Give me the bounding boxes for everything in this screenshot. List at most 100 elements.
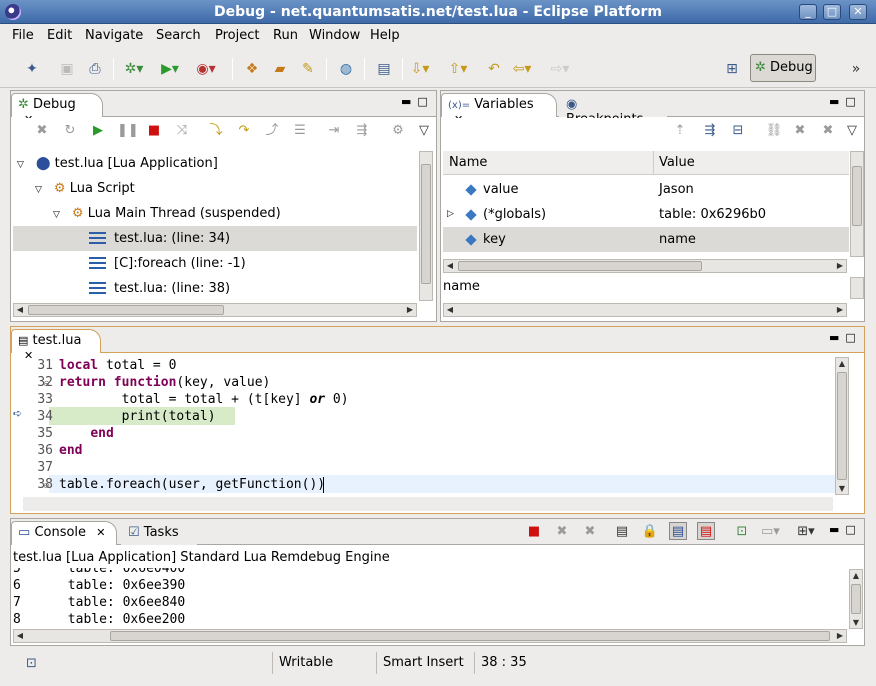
resume-icon[interactable]: ▶ — [89, 122, 107, 140]
last-edit-icon[interactable]: ↶ — [484, 59, 504, 79]
tab-test-lua[interactable]: ▤ test.lua ✕ — [11, 329, 101, 362]
terminate-icon[interactable]: ■ — [145, 122, 163, 140]
tree-item[interactable]: test.lua: (line: 38) — [13, 276, 417, 301]
console-horizontal-scrollbar[interactable]: ◀ ▶ — [13, 629, 847, 643]
disconnect-icon[interactable]: ⤨ — [173, 122, 191, 140]
tree-item-selected[interactable]: test.lua: (line: 34) — [13, 226, 417, 251]
window-title-bar[interactable]: Debug - net.quantumsatis.net/test.lua - … — [0, 0, 876, 24]
new-wizard-icon[interactable]: ✦ — [22, 59, 42, 79]
expand-icon[interactable]: ▷ — [447, 202, 454, 227]
menu-window[interactable]: Window — [309, 28, 360, 43]
relaunch-icon[interactable]: ↻ — [61, 122, 79, 140]
column-header-name[interactable]: Name — [449, 155, 487, 170]
tab-debug[interactable]: ✲ Debug ✕ — [11, 93, 103, 126]
forward-icon[interactable]: ⇨▾ — [550, 59, 570, 79]
menu-project[interactable]: Project — [215, 28, 259, 43]
table-row[interactable]: ▷ (*globals) table: 0x6296b0 — [443, 202, 849, 227]
fast-view-icon[interactable]: ⊡ — [26, 656, 37, 671]
view-minmax-icons[interactable]: ▬□ — [401, 95, 434, 108]
tree-item[interactable]: ▽ ⚙ Lua Script — [13, 176, 417, 201]
variables-horizontal-scrollbar[interactable]: ◀ ▶ — [443, 259, 847, 273]
show-logical-structure-icon[interactable]: ⇶ — [701, 122, 719, 140]
toggle-mark-icon[interactable]: ▤ — [374, 59, 394, 79]
open-perspective-icon[interactable]: ⊞ — [722, 59, 742, 79]
suspend-icon[interactable]: ❚❚ — [117, 122, 139, 140]
tree-item[interactable]: [C]:foreach (line: -1) — [13, 251, 417, 276]
open-resource-icon[interactable]: ▰ — [270, 59, 290, 79]
more-perspectives-icon[interactable]: » — [846, 59, 866, 79]
link-icon[interactable]: ⛓ — [765, 122, 783, 140]
step-over-icon[interactable]: ↷ — [235, 122, 253, 140]
step-return-icon[interactable]: ⤴ — [263, 122, 281, 140]
detail-horizontal-scrollbar[interactable]: ◀ ▶ — [443, 303, 847, 317]
variables-vertical-scrollbar[interactable] — [850, 151, 864, 257]
menu-help[interactable]: Help — [370, 28, 400, 43]
tree-item[interactable]: ▽ ⚙ Lua Main Thread (suspended) — [13, 201, 417, 226]
fold-collapse-icon[interactable]: ⊖ — [43, 379, 50, 388]
fold-collapse-icon[interactable]: ⊖ — [43, 481, 50, 490]
editor-vertical-scrollbar[interactable]: ▲ ▼ — [835, 357, 849, 495]
menu-navigate[interactable]: Navigate — [85, 28, 143, 43]
debug-run-icon[interactable]: ✲▾ — [124, 59, 144, 79]
remove-terminated-icon[interactable]: ✖ — [33, 122, 51, 140]
column-header-value[interactable]: Value — [659, 155, 695, 170]
console-minmax-icons[interactable]: ▬□ — [829, 523, 862, 536]
search-tool-icon[interactable]: ✎ — [298, 59, 318, 79]
variable-detail-pane[interactable]: name — [443, 277, 847, 299]
view-menu-icon[interactable]: ▽ — [843, 122, 861, 140]
collapse-all-icon[interactable]: ⊟ — [729, 122, 747, 140]
step-filters-icon[interactable]: ⇶ — [353, 122, 371, 140]
code-line[interactable]: end — [59, 425, 113, 442]
clear-console-icon[interactable]: ▤ — [613, 523, 631, 541]
close-icon[interactable]: ✕ — [96, 526, 105, 539]
debug-perspective-button[interactable]: ✲ Debug — [750, 54, 816, 82]
back-icon[interactable]: ⇦▾ — [512, 59, 532, 79]
tree-item[interactable]: ▽ ⬤ test.lua [Lua Application] — [13, 151, 417, 176]
code-line[interactable]: return function(key, value) — [59, 374, 270, 391]
debug-horizontal-scrollbar[interactable]: ◀ ▶ — [13, 303, 417, 317]
menu-run[interactable]: Run — [273, 28, 298, 43]
editor-minmax-icons[interactable]: ▬□ — [829, 331, 862, 344]
scroll-lock-icon[interactable]: 🔒 — [641, 523, 659, 541]
remove-icon[interactable]: ✖ — [791, 122, 809, 140]
show-on-stdout-icon[interactable]: ▤ — [669, 522, 687, 540]
close-button[interactable]: ✕ — [849, 4, 867, 20]
show-type-names-icon[interactable]: ⇡ — [671, 122, 689, 140]
view-menu-icon[interactable]: ▽ — [415, 122, 433, 140]
tab-tasks[interactable]: ☑ Tasks — [121, 521, 197, 545]
console-vertical-scrollbar[interactable]: ▲ ▼ — [849, 569, 863, 629]
use-step-filters-icon[interactable]: ⇥ — [325, 122, 343, 140]
menu-search[interactable]: Search — [156, 28, 201, 43]
previous-annotation-icon[interactable]: ⇧▾ — [448, 59, 468, 79]
code-line[interactable]: local total = 0 — [59, 357, 176, 374]
detail-vertical-scrollbar[interactable] — [850, 277, 864, 299]
code-line[interactable]: total = total + (t[key] or 0) — [59, 391, 349, 408]
view-minmax-icons[interactable]: ▬□ — [829, 95, 862, 108]
run-icon[interactable]: ▶▾ — [160, 59, 180, 79]
drop-to-frame-icon[interactable]: ☰ — [291, 122, 309, 140]
view-options-icon[interactable]: ⚙ — [389, 122, 407, 140]
menu-file[interactable]: File — [12, 28, 34, 43]
table-row[interactable]: value Jason — [443, 177, 849, 202]
show-on-stderr-icon[interactable]: ▤ — [697, 522, 715, 540]
code-line[interactable]: print(total) — [59, 408, 216, 425]
maximize-button[interactable]: □ — [823, 4, 841, 20]
display-console-icon[interactable]: ▭▾ — [761, 523, 780, 541]
open-type-icon[interactable]: ❖ — [242, 59, 262, 79]
print-icon[interactable]: ⎙ — [85, 59, 105, 79]
open-console-icon[interactable]: ⊞▾ — [797, 523, 815, 541]
remove-launch-icon[interactable]: ✖ — [553, 523, 571, 541]
debug-vertical-scrollbar[interactable] — [419, 151, 433, 301]
external-tools-icon[interactable]: ◉▾ — [196, 59, 216, 79]
minimize-button[interactable]: _ — [799, 4, 817, 20]
save-icon[interactable]: ▣ — [57, 59, 77, 79]
terminate-icon[interactable]: ■ — [525, 523, 543, 541]
code-line[interactable]: table.foreach(user, getFunction()) — [59, 476, 325, 493]
next-annotation-icon[interactable]: ⇩▾ — [410, 59, 430, 79]
step-into-icon[interactable]: ⤵ — [207, 122, 225, 140]
menu-edit[interactable]: Edit — [47, 28, 72, 43]
table-row-selected[interactable]: key name — [443, 227, 849, 252]
globe-icon[interactable]: ◍ — [336, 59, 356, 79]
pin-console-icon[interactable]: ⊡ — [733, 523, 751, 541]
code-line[interactable]: end — [59, 442, 82, 459]
